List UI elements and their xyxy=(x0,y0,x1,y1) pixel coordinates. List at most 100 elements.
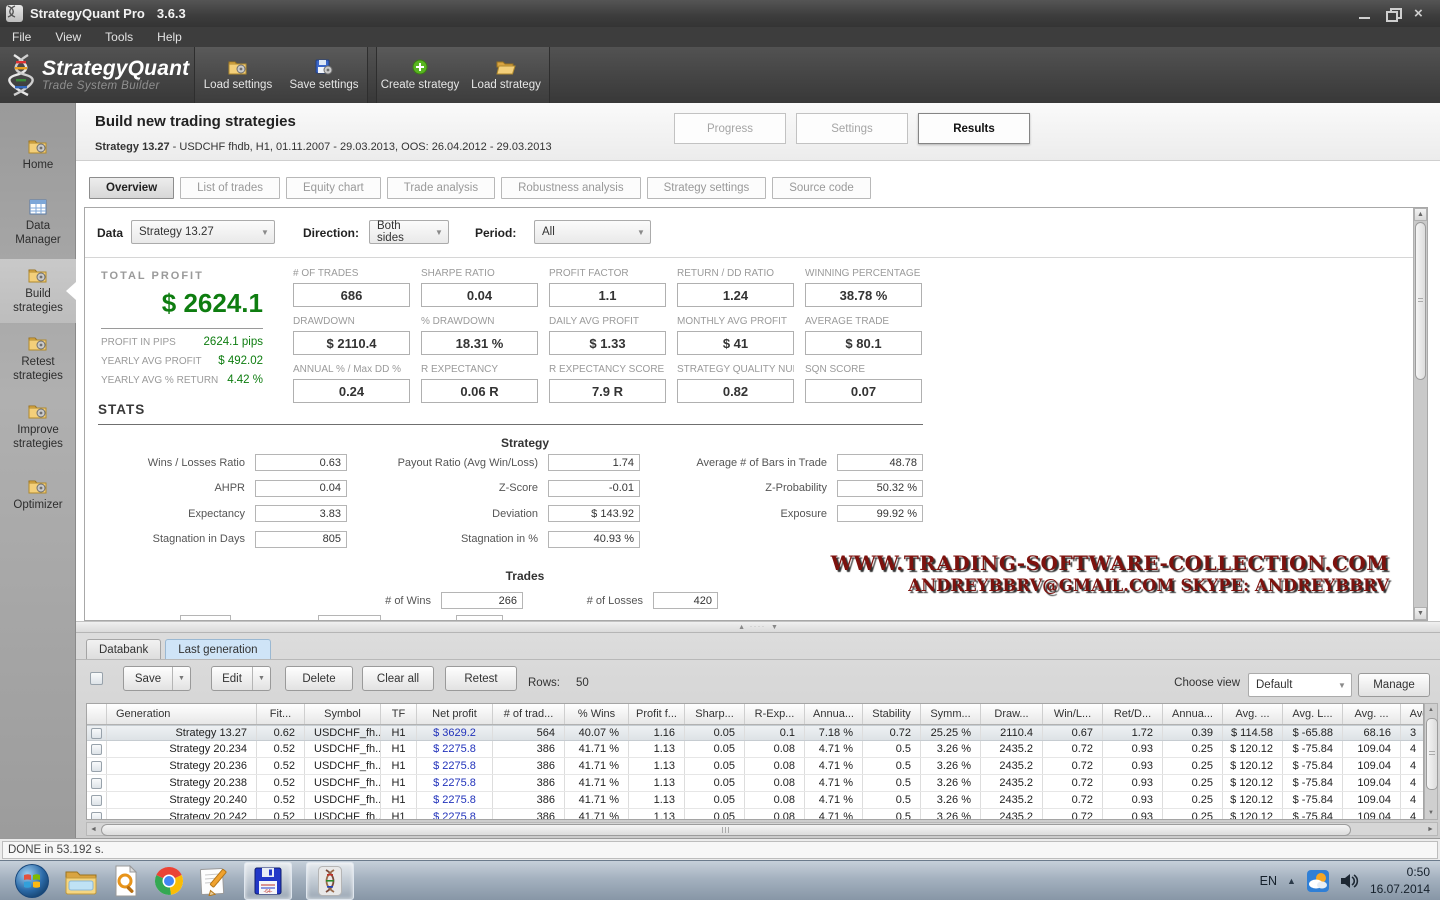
row-checkbox[interactable] xyxy=(91,728,102,739)
table-horizontal-scrollbar[interactable]: ◄ ► xyxy=(86,822,1438,836)
strategyquant-app[interactable] xyxy=(306,862,354,900)
sidebar-item-data-manager[interactable]: Data Manager xyxy=(0,191,76,255)
tab-source-code[interactable]: Source code xyxy=(772,177,871,199)
save-settings-button[interactable]: Save settings xyxy=(281,47,367,103)
scroll-up-icon[interactable]: ▲ xyxy=(1414,208,1427,221)
period-select[interactable]: All ▼ xyxy=(534,220,651,244)
scroll-down-icon[interactable]: ▼ xyxy=(1425,807,1437,819)
column-header-stability[interactable]: Stability xyxy=(863,704,921,724)
row-checkbox[interactable] xyxy=(91,744,102,755)
results-button[interactable]: Results xyxy=(918,113,1030,144)
column-header-avg[interactable]: Avg. ... xyxy=(1223,704,1283,724)
sidebar-item-home[interactable]: Home xyxy=(0,123,76,187)
language-indicator[interactable]: EN xyxy=(1260,874,1277,888)
menu-file[interactable]: File xyxy=(0,28,43,46)
chevron-down-icon[interactable]: ▼ xyxy=(172,667,190,690)
tab-equity-chart[interactable]: Equity chart xyxy=(286,177,381,199)
sidebar-item-optimizer[interactable]: Optimizer xyxy=(0,463,76,527)
column-header-generation[interactable]: Generation xyxy=(107,704,257,724)
menu-help[interactable]: Help xyxy=(145,28,194,46)
start-button[interactable] xyxy=(14,863,50,899)
search-tool[interactable] xyxy=(112,863,140,899)
table-row[interactable]: Strategy 20.2420.52USDCHF_fh...H1$ 2275.… xyxy=(87,809,1423,820)
scrollbar-thumb[interactable] xyxy=(1426,718,1438,790)
minimize-button[interactable] xyxy=(1358,8,1372,20)
weather-tray-icon[interactable] xyxy=(1306,869,1330,893)
column-header-annua[interactable]: Annua... xyxy=(805,704,863,724)
delete-button[interactable]: Delete xyxy=(285,666,353,691)
row-checkbox[interactable] xyxy=(91,795,102,806)
view-select[interactable]: Default ▼ xyxy=(1248,673,1352,697)
retest-button[interactable]: Retest xyxy=(445,666,517,691)
data-select[interactable]: Strategy 13.27 ▼ xyxy=(131,220,275,244)
panel-splitter[interactable]: ▲ ···· ▼ xyxy=(76,621,1440,633)
column-header-symbol[interactable]: Symbol xyxy=(305,704,381,724)
progress-button[interactable]: Progress xyxy=(674,113,786,144)
save-button[interactable]: Save▼ xyxy=(123,666,191,691)
select-all-checkbox[interactable] xyxy=(90,672,103,685)
sidebar-item-improve-strategies[interactable]: Improve strategies xyxy=(0,395,76,459)
load-strategy-button[interactable]: Load strategy xyxy=(463,47,549,103)
scrollbar-thumb[interactable] xyxy=(1415,222,1426,380)
table-vertical-scrollbar[interactable]: ▲ ▼ xyxy=(1424,703,1438,820)
column-header-avg[interactable]: Avg. xyxy=(1401,704,1424,724)
menu-view[interactable]: View xyxy=(43,28,93,46)
clear-all-button[interactable]: Clear all xyxy=(362,666,434,691)
sidebar-item-build-strategies[interactable]: Build strategies xyxy=(0,259,76,323)
scrollbar-thumb[interactable] xyxy=(101,824,1351,836)
file-explorer[interactable] xyxy=(64,863,98,899)
column-header-fit[interactable]: Fit... xyxy=(257,704,305,724)
sidebar-item-retest-strategies[interactable]: Retest strategies xyxy=(0,327,76,391)
menu-tools[interactable]: Tools xyxy=(93,28,145,46)
edit-button[interactable]: Edit▼ xyxy=(211,666,271,691)
column-header-avg[interactable]: Avg. ... xyxy=(1343,704,1401,724)
text-editor[interactable] xyxy=(198,863,230,899)
column-header-sharp[interactable]: Sharp... xyxy=(685,704,745,724)
create-strategy-button[interactable]: Create strategy xyxy=(377,47,463,103)
load-settings-button[interactable]: Load settings xyxy=(195,47,281,103)
table-row[interactable]: Strategy 20.2340.52USDCHF_fh...H1$ 2275.… xyxy=(87,741,1423,758)
row-checkbox[interactable] xyxy=(91,761,102,772)
tab-overview[interactable]: Overview xyxy=(89,177,174,199)
column-header-win-l[interactable]: Win/L... xyxy=(1043,704,1103,724)
column-header-wins[interactable]: % Wins xyxy=(565,704,629,724)
volume-icon[interactable] xyxy=(1340,872,1360,890)
column-header-symm[interactable]: Symm... xyxy=(921,704,981,724)
row-checkbox[interactable] xyxy=(91,812,102,821)
column-header-r-exp[interactable]: R-Exp... xyxy=(745,704,805,724)
clock[interactable]: 0:50 16.07.2014 xyxy=(1370,864,1430,896)
overview-scrollbar[interactable]: ▲ ▼ xyxy=(1413,208,1427,620)
column-header-tf[interactable]: TF xyxy=(381,704,417,724)
table-row[interactable]: Strategy 20.2400.52USDCHF_fh...H1$ 2275.… xyxy=(87,792,1423,809)
tab-list-of-trades[interactable]: List of trades xyxy=(180,177,280,199)
databank-tab-last-generation[interactable]: Last generation xyxy=(165,639,270,660)
column-header-avg-l[interactable]: Avg. L... xyxy=(1283,704,1343,724)
scroll-right-icon[interactable]: ► xyxy=(1424,823,1437,835)
table-row[interactable]: Strategy 20.2380.52USDCHF_fh...H1$ 2275.… xyxy=(87,775,1423,792)
tab-strategy-settings[interactable]: Strategy settings xyxy=(647,177,767,199)
column-header-ret-d[interactable]: Ret/D... xyxy=(1103,704,1163,724)
settings-button[interactable]: Settings xyxy=(796,113,908,144)
splitter-up-icon[interactable]: ▲ xyxy=(738,624,745,631)
save-tool[interactable]: -64- xyxy=(244,862,292,900)
tray-expand-icon[interactable]: ▲ xyxy=(1287,876,1296,886)
row-checkbox[interactable] xyxy=(91,778,102,789)
chevron-down-icon[interactable]: ▼ xyxy=(252,667,270,690)
tab-robustness-analysis[interactable]: Robustness analysis xyxy=(501,177,640,199)
databank-tab-databank[interactable]: Databank xyxy=(86,639,161,660)
column-header-profit-f[interactable]: Profit f... xyxy=(629,704,685,724)
direction-select[interactable]: Both sides ▼ xyxy=(369,220,449,244)
column-header-of-trad[interactable]: # of trad... xyxy=(493,704,565,724)
column-header-draw[interactable]: Draw... xyxy=(981,704,1043,724)
scroll-down-icon[interactable]: ▼ xyxy=(1414,607,1427,620)
column-header-net-profit[interactable]: Net profit xyxy=(417,704,493,724)
restore-button[interactable] xyxy=(1386,8,1400,20)
chrome-browser[interactable] xyxy=(154,863,184,899)
table-row[interactable]: Strategy 13.270.62USDCHF_fh...H1$ 3629.2… xyxy=(87,725,1423,741)
manage-button[interactable]: Manage xyxy=(1358,673,1430,697)
scroll-up-icon[interactable]: ▲ xyxy=(1425,704,1437,716)
scroll-left-icon[interactable]: ◄ xyxy=(87,823,100,835)
column-header-annua[interactable]: Annua... xyxy=(1163,704,1223,724)
tab-trade-analysis[interactable]: Trade analysis xyxy=(387,177,495,199)
table-row[interactable]: Strategy 20.2360.52USDCHF_fh...H1$ 2275.… xyxy=(87,758,1423,775)
